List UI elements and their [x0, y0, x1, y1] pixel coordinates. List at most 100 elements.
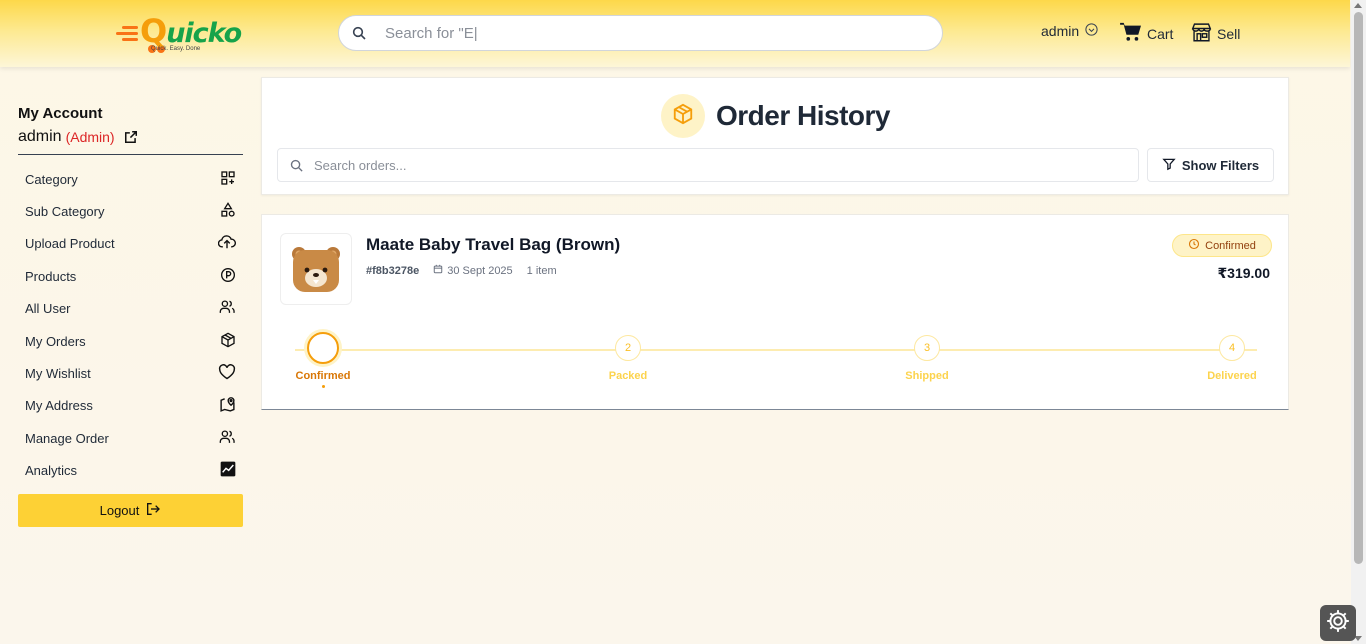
cart-icon	[1120, 22, 1142, 45]
step-confirmed: Confirmed	[287, 332, 359, 388]
store-icon	[1191, 22, 1212, 45]
page-title: Order History	[716, 100, 891, 131]
sidebar-item-label: Sub Category	[25, 204, 105, 220]
product-thumbnail	[280, 233, 352, 305]
scroll-up-arrow[interactable]	[1354, 3, 1362, 8]
sidebar-item-label: Products	[25, 268, 77, 284]
order-date: 30 Sept 2025	[433, 264, 513, 277]
order-meta: #f8b3278e 30 Sept 2025 1 item	[366, 264, 557, 277]
step-circle: 4	[1219, 335, 1245, 361]
order-history-panel: Order History Search orders... Show Filt…	[261, 77, 1289, 195]
users-icon	[219, 299, 236, 318]
external-link-icon[interactable]	[124, 130, 138, 144]
status-text: Confirmed	[1205, 239, 1256, 252]
step-delivered: 4 Delivered	[1201, 335, 1263, 382]
users-icon	[219, 429, 236, 448]
cart-button[interactable]: Cart	[1120, 22, 1173, 45]
logout-button[interactable]: Logout	[18, 493, 243, 527]
logo-text: Quicko	[140, 12, 242, 50]
sidebar-divider	[18, 154, 243, 155]
sidebar-item-label: Upload Product	[25, 236, 115, 252]
account-user: admin (Admin)	[18, 128, 243, 146]
sidebar-item-all-user[interactable]: All User	[18, 293, 243, 325]
sidebar-item-sub-category[interactable]: Sub Category	[18, 195, 243, 227]
filter-icon	[1162, 157, 1176, 174]
order-date-text: 30 Sept 2025	[447, 264, 513, 277]
order-id: #f8b3278e	[366, 264, 420, 277]
step-label: Packed	[608, 370, 648, 382]
cloud-upload-icon	[217, 234, 236, 253]
heart-icon	[218, 364, 236, 383]
show-filters-label: Show Filters	[1181, 157, 1260, 173]
step-circle	[307, 332, 339, 364]
step-packed: 2 Packed	[598, 335, 658, 382]
settings-widget-button[interactable]	[1320, 605, 1356, 641]
logo-tagline: Quick. Easy. Done	[151, 46, 201, 52]
sidebar-item-my-address[interactable]: My Address	[18, 390, 243, 422]
sidebar-item-label: Category	[25, 171, 78, 187]
order-history-icon-badge	[661, 94, 705, 138]
active-step-dot	[321, 385, 325, 388]
calendar-icon	[433, 264, 443, 277]
clock-icon	[1188, 238, 1200, 253]
order-items-count: 1 item	[526, 264, 557, 277]
step-label: Delivered	[1207, 370, 1257, 382]
order-progress-track	[295, 349, 1257, 351]
sidebar-item-label: Analytics	[25, 463, 78, 479]
logout-icon	[145, 501, 161, 520]
scroll-thumb[interactable]	[1354, 12, 1363, 564]
order-card[interactable]: Maate Baby Travel Bag (Brown) #f8b3278e …	[261, 214, 1289, 410]
account-title: My Account	[18, 105, 103, 122]
package-icon	[672, 103, 694, 130]
gear-icon	[1325, 608, 1351, 639]
order-search-input[interactable]: Search orders...	[277, 148, 1139, 182]
category-grid-plus-icon	[220, 170, 236, 189]
sidebar-item-label: All User	[25, 301, 71, 317]
sidebar-item-manage-order[interactable]: Manage Order	[18, 422, 243, 454]
search-placeholder: Search for "E|	[385, 25, 478, 42]
order-price: ₹319.00	[1217, 265, 1270, 281]
order-search-placeholder: Search orders...	[314, 158, 407, 173]
shapes-icon	[220, 202, 236, 221]
sell-label: Sell	[1217, 25, 1241, 42]
quicko-logo[interactable]: Quicko Quick. Easy. Done	[114, 12, 242, 56]
user-menu-button[interactable]: admin	[1041, 22, 1099, 40]
sidebar-item-label: My Orders	[25, 333, 86, 349]
sidebar-item-label: My Wishlist	[25, 366, 91, 382]
step-shipped: 3 Shipped	[895, 335, 959, 382]
package-icon	[220, 332, 236, 351]
user-label: admin	[1041, 23, 1080, 39]
chevron-down-icon	[1084, 22, 1099, 40]
map-pin-icon	[219, 396, 236, 416]
sidebar-item-products[interactable]: Products	[18, 260, 243, 292]
sidebar-item-label: My Address	[25, 398, 93, 414]
sidebar-item-upload-product[interactable]: Upload Product	[18, 228, 243, 260]
top-header: Quicko Quick. Easy. Done Search for "E| …	[0, 0, 1350, 67]
sidebar-item-label: Manage Order	[25, 430, 109, 446]
global-search-input[interactable]: Search for "E|	[338, 15, 943, 51]
step-label: Confirmed	[295, 370, 351, 382]
step-label: Shipped	[905, 370, 949, 382]
sidebar-item-my-wishlist[interactable]: My Wishlist	[18, 357, 243, 389]
step-circle: 3	[914, 335, 940, 361]
status-badge: Confirmed	[1172, 234, 1272, 257]
product-p-icon	[220, 267, 236, 286]
sidebar-item-analytics[interactable]: Analytics	[18, 455, 243, 487]
logout-label: Logout	[99, 502, 140, 518]
cart-label: Cart	[1147, 25, 1174, 42]
search-icon	[289, 158, 304, 178]
sidebar-item-category[interactable]: Category	[18, 163, 243, 195]
analytics-chart-icon	[220, 461, 236, 480]
account-role: (Admin)	[65, 129, 115, 145]
sell-button[interactable]: Sell	[1191, 22, 1240, 45]
order-history-heading: Order History	[661, 94, 891, 138]
product-name[interactable]: Maate Baby Travel Bag (Brown)	[366, 235, 620, 255]
sidebar-item-my-orders[interactable]: My Orders	[18, 325, 243, 357]
page-scrollbar[interactable]	[1351, 0, 1366, 644]
sidebar-menu: Category Sub Category Upload Product Pro…	[18, 163, 243, 487]
step-circle: 2	[615, 335, 641, 361]
show-filters-button[interactable]: Show Filters	[1147, 148, 1274, 182]
account-username: admin	[18, 128, 62, 145]
account-sidebar: My Account admin (Admin) Category Sub Ca…	[18, 105, 243, 527]
search-icon	[351, 25, 367, 46]
